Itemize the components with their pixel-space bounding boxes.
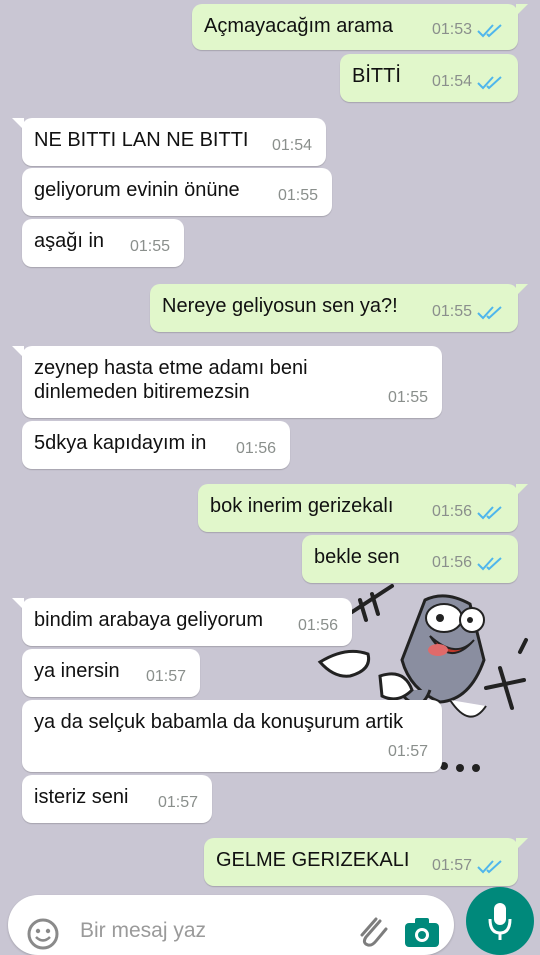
message-text: Açmayacağım arama [204,15,393,37]
message-text: GELME GERIZEKALI [216,849,410,871]
message-time: 01:57 [431,857,472,874]
message-bubble-outgoing[interactable]: BİTTİ 01:54 [340,54,518,102]
camera-icon[interactable] [402,913,442,949]
message-bubble-outgoing[interactable]: bok inerim gerizekalı 01:56 [198,484,528,532]
message-composer [8,895,454,955]
bubble-tail [516,4,528,16]
message-time: 01:56 [431,554,472,571]
message-bubble-incoming[interactable]: ya da selçuk babamla da konuşurum artik … [22,700,442,772]
message-input[interactable] [78,915,332,947]
message-time: 01:54 [431,73,472,90]
bubble-tail [516,838,528,850]
message-time: 01:57 [387,743,428,760]
emoji-icon[interactable] [26,917,60,951]
message-text: bindim arabaya geliyorum [34,609,264,631]
message-text: Nereye geliyosun sen ya?! [162,295,398,317]
double-check-read-icon [477,76,502,90]
double-check-read-icon [477,557,502,571]
message-bubble-incoming[interactable]: isteriz seni 01:57 [22,775,212,823]
message-bubble-incoming[interactable]: NE BITTI LAN NE BITTI 01:54 [12,118,326,166]
message-bubble-incoming[interactable]: aşağı in 01:55 [22,219,184,267]
message-time: 01:55 [431,303,472,320]
double-check-read-icon [477,24,502,38]
message-time: 01:56 [431,503,472,520]
message-text: bekle sen [314,546,400,568]
double-check-read-icon [477,860,502,874]
message-time: 01:56 [235,440,276,457]
message-text: BİTTİ [352,65,401,87]
message-bubble-incoming[interactable]: zeynep hasta etme adamı beni dinlemeden … [12,346,442,418]
chat-area[interactable]: Açmayacağım arama 01:53 BİTTİ 01:54 NE B… [0,0,540,937]
message-bubble-outgoing[interactable]: Nereye geliyosun sen ya?! 01:55 [150,284,528,332]
bubble-tail [12,346,24,358]
message-time: 01:57 [145,668,186,685]
bubble-tail [12,598,24,610]
message-bubble-outgoing[interactable]: bekle sen 01:56 [302,535,518,583]
paperclip-icon[interactable] [356,913,390,949]
message-text: bok inerim gerizekalı [210,495,394,517]
message-text: isteriz seni [34,786,129,808]
message-bubble-outgoing[interactable]: GELME GERIZEKALI 01:57 [204,838,528,886]
message-time: 01:54 [271,137,312,154]
message-time: 01:53 [431,21,472,38]
message-bubble-incoming[interactable]: bindim arabaya geliyorum 01:56 [12,598,352,646]
message-text: NE BITTI LAN NE BITTI [34,129,249,151]
mic-button[interactable] [466,887,534,955]
message-text: aşağı in [34,230,105,252]
double-check-read-icon [477,506,502,520]
message-bubble-incoming[interactable]: ya inersin 01:57 [22,649,200,697]
message-time: 01:55 [129,238,170,255]
message-text: geliyorum evinin önüne [34,179,240,201]
double-check-read-icon [477,306,502,320]
message-text: ya da selçuk babamla da konuşurum artik [34,711,404,733]
message-text: zeynep hasta etme adamı beni dinlemeden … [34,357,314,403]
message-bubble-outgoing[interactable]: Açmayacağım arama 01:53 [192,4,528,50]
mic-icon [488,903,512,940]
message-time: 01:57 [157,794,198,811]
message-time: 01:56 [297,617,338,634]
message-time: 01:55 [277,187,318,204]
bubble-tail [516,284,528,296]
bubble-tail [12,118,24,130]
message-text: 5dkya kapıdayım in [34,432,207,454]
bubble-tail [516,484,528,496]
message-bubble-incoming[interactable]: geliyorum evinin önüne 01:55 [22,168,332,216]
message-bubble-incoming[interactable]: 5dkya kapıdayım in 01:56 [22,421,290,469]
message-text: ya inersin [34,660,120,682]
message-time: 01:55 [387,389,428,406]
